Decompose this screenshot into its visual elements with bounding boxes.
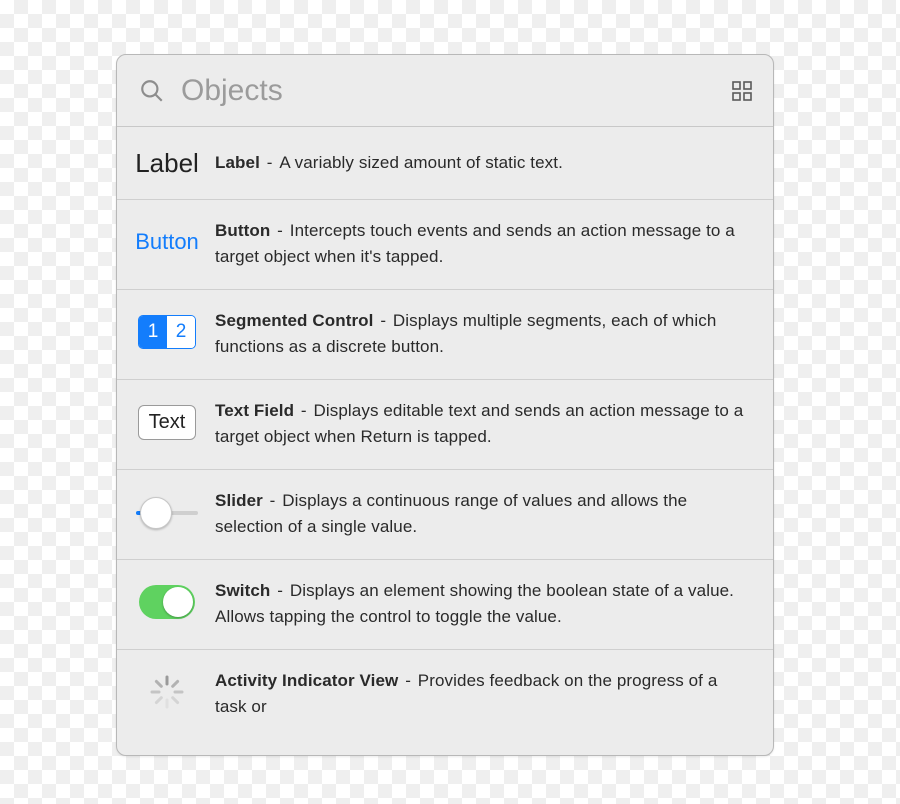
thumb-switch bbox=[131, 578, 203, 626]
slider-icon bbox=[136, 496, 198, 528]
object-name: Slider bbox=[215, 491, 263, 510]
segment-1: 1 bbox=[139, 316, 167, 348]
object-row-segmented-control[interactable]: 1 2 Segmented Control - Displays multipl… bbox=[117, 290, 773, 380]
object-library-panel: Label Label - A variably sized amount of… bbox=[116, 54, 774, 756]
object-desc: Displays a continuous range of values an… bbox=[215, 491, 687, 536]
object-row-switch[interactable]: Switch - Displays an element showing the… bbox=[117, 560, 773, 650]
object-row-label[interactable]: Label Label - A variably sized amount of… bbox=[117, 127, 773, 200]
search-input[interactable] bbox=[179, 73, 719, 109]
search-icon bbox=[139, 78, 165, 104]
search-field[interactable] bbox=[139, 73, 719, 109]
object-meta: Button - Intercepts touch events and sen… bbox=[203, 218, 753, 269]
object-row-slider[interactable]: Slider - Displays a continuous range of … bbox=[117, 470, 773, 560]
object-name: Label bbox=[215, 150, 260, 176]
object-meta: Text Field - Displays editable text and … bbox=[203, 398, 753, 449]
thumb-button: Button bbox=[131, 218, 203, 266]
thumb-button-text: Button bbox=[135, 229, 199, 255]
object-row-activity-indicator[interactable]: Activity Indicator View - Provides feedb… bbox=[117, 650, 773, 740]
object-row-text-field[interactable]: Text Text Field - Displays editable text… bbox=[117, 380, 773, 470]
thumb-activity-indicator bbox=[131, 668, 203, 716]
object-name: Button bbox=[215, 221, 270, 240]
object-desc: A variably sized amount of static text. bbox=[279, 150, 563, 176]
thumb-segmented: 1 2 bbox=[131, 308, 203, 356]
object-meta: Activity Indicator View - Provides feedb… bbox=[203, 668, 753, 719]
grid-view-icon[interactable] bbox=[731, 80, 753, 102]
object-name: Segmented Control bbox=[215, 311, 374, 330]
object-desc: Intercepts touch events and sends an act… bbox=[215, 221, 735, 266]
object-name: Text Field bbox=[215, 401, 294, 420]
activity-indicator-icon bbox=[148, 673, 186, 711]
text-field-sample: Text bbox=[149, 411, 186, 433]
segmented-control-icon: 1 2 bbox=[138, 315, 196, 349]
object-library-header bbox=[117, 55, 773, 127]
thumb-label: Label bbox=[131, 139, 203, 187]
object-meta: Label - A variably sized amount of stati… bbox=[203, 150, 753, 176]
thumb-label-text: Label bbox=[135, 148, 199, 179]
thumb-text-field: Text bbox=[131, 398, 203, 446]
segment-2: 2 bbox=[167, 316, 195, 348]
object-desc: Displays an element showing the boolean … bbox=[215, 581, 734, 626]
object-meta: Segmented Control - Displays multiple se… bbox=[203, 308, 753, 359]
object-row-button[interactable]: Button Button - Intercepts touch events … bbox=[117, 200, 773, 290]
object-meta: Switch - Displays an element showing the… bbox=[203, 578, 753, 629]
switch-icon bbox=[139, 585, 195, 619]
object-list[interactable]: Label Label - A variably sized amount of… bbox=[117, 127, 773, 755]
object-meta: Slider - Displays a continuous range of … bbox=[203, 488, 753, 539]
thumb-slider bbox=[131, 488, 203, 536]
object-name: Activity Indicator View bbox=[215, 671, 398, 690]
object-name: Switch bbox=[215, 581, 270, 600]
text-field-icon: Text bbox=[138, 405, 197, 440]
